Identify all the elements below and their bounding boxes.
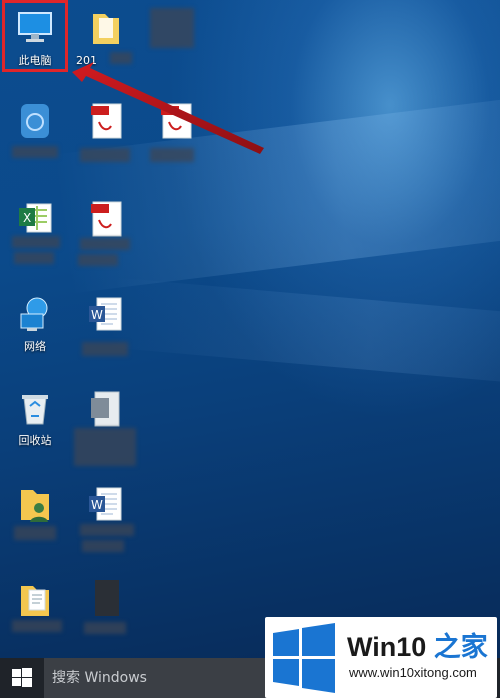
blurred-label — [14, 526, 56, 540]
word-document-icon: W — [85, 484, 125, 524]
desktop-icon-pdf-2[interactable] — [70, 190, 140, 280]
windows-logo-icon — [12, 668, 32, 687]
blurred-label — [80, 524, 134, 536]
dark-file-icon — [85, 578, 125, 618]
desktop-icon-recycle-bin[interactable]: 回收站 — [0, 380, 70, 470]
desktop-icon-network[interactable]: 网络 — [0, 286, 70, 376]
recycle-bin-icon — [15, 388, 55, 428]
blurred-label — [82, 540, 124, 552]
svg-text:W: W — [91, 308, 103, 322]
desktop-icon-document[interactable] — [70, 380, 140, 470]
red-arrow-icon — [72, 62, 264, 154]
desktop-icon-shortcut[interactable] — [70, 570, 140, 658]
blurred-label — [78, 254, 118, 266]
desktop-icon-document-folder[interactable] — [0, 570, 70, 658]
blurred-label — [74, 428, 136, 466]
blurred-label — [84, 622, 126, 634]
desktop-icon-word-2[interactable]: W — [70, 476, 140, 566]
network-label: 网络 — [24, 340, 46, 353]
blurred-label — [12, 620, 62, 632]
desktop-icon-excel[interactable]: X — [0, 190, 70, 280]
blurred-icon — [150, 8, 194, 48]
search-placeholder: 搜索 Windows — [52, 670, 147, 686]
desktop-icon-app[interactable] — [0, 92, 70, 182]
taskbar-search-box[interactable]: 搜索 Windows — [44, 658, 274, 698]
blurred-label — [12, 146, 58, 158]
highlight-box — [2, 0, 68, 72]
blurred-label — [12, 236, 60, 248]
folder-icon — [85, 8, 125, 48]
app-icon — [15, 100, 55, 140]
watermark-brand-suffix: 之家 — [433, 632, 488, 662]
win10-logo-icon — [273, 623, 335, 693]
svg-text:X: X — [23, 211, 31, 225]
recycle-bin-label: 回收站 — [18, 434, 52, 447]
svg-text:W: W — [91, 498, 103, 512]
document-icon — [85, 388, 125, 428]
wallpaper-light-beam — [107, 277, 500, 393]
desktop-icon-user-folder[interactable] — [0, 476, 70, 566]
blurred-label — [14, 252, 54, 264]
watermark-url: www.win10xitong.com — [349, 665, 477, 680]
pdf-icon — [85, 198, 125, 238]
desktop-icon-word-1[interactable]: W — [70, 286, 140, 376]
desktop: 此电脑 X 网络 回收站 201 W W — [0, 0, 500, 658]
word-document-icon: W — [85, 294, 125, 334]
document-folder-icon — [15, 578, 55, 618]
watermark-title: Win10 之家 — [347, 625, 488, 664]
excel-icon: X — [15, 198, 55, 238]
watermark: Win10 之家 www.win10xitong.com — [265, 617, 497, 698]
blurred-label — [82, 342, 128, 356]
watermark-brand: Win10 — [347, 632, 427, 662]
start-button[interactable] — [0, 658, 44, 698]
network-icon — [15, 294, 55, 334]
user-folder-icon — [15, 484, 55, 524]
blurred-label — [80, 238, 130, 250]
